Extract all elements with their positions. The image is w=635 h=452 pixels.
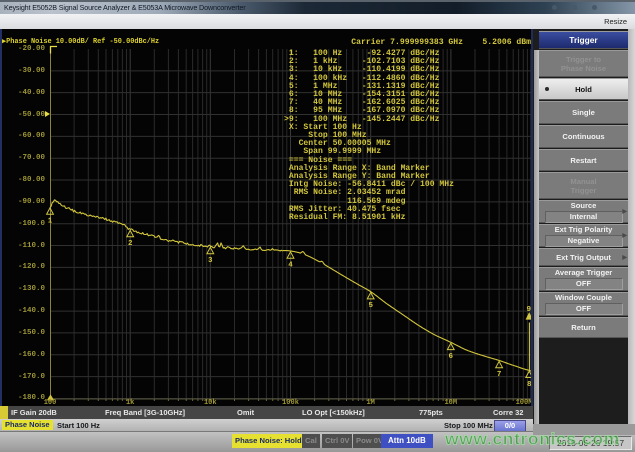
- svg-text:4: 4: [288, 262, 293, 270]
- svg-text:5: 5: [368, 302, 373, 310]
- svg-text:7: 7: [497, 371, 502, 379]
- svg-text:6: 6: [449, 353, 454, 361]
- svg-text:2: 2: [128, 240, 133, 248]
- svg-text:1: 1: [48, 218, 53, 226]
- svg-text:3: 3: [208, 257, 213, 265]
